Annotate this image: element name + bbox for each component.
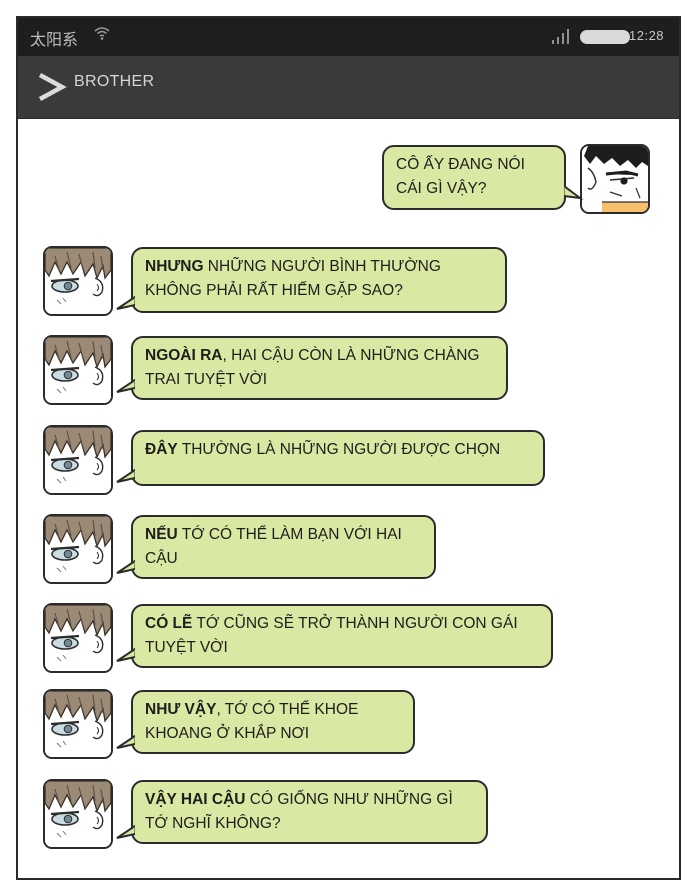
message-bubble[interactable]: NGOÀI RA, HAI CẬU CÒN LÀ NHỮNG CHÀNG TRA… <box>131 336 508 400</box>
avatar-contact[interactable] <box>43 246 113 316</box>
avatar-portrait <box>45 516 111 582</box>
chat-header: BROTHER <box>18 56 679 119</box>
message-text: CÔ ẤY ĐANG NÓI CÁI GÌ VẬY? <box>396 156 525 197</box>
bubble-tail <box>116 734 135 749</box>
bubble-tail <box>564 184 584 200</box>
avatar-contact[interactable] <box>43 689 113 759</box>
bubble-tail <box>116 559 135 574</box>
avatar-contact[interactable] <box>43 335 113 405</box>
avatar-contact[interactable] <box>43 425 113 495</box>
avatar-contact[interactable] <box>43 779 113 849</box>
message-emphasis: NGOÀI RA <box>145 347 223 364</box>
battery-icon <box>580 30 630 44</box>
message-text: TỚ CÓ THỂ LÀM BẠN VỚI HAI CẬU <box>145 526 402 567</box>
bubble-tail <box>116 468 135 483</box>
message-bubble[interactable]: VẬY HAI CẬU CÓ GIỐNG NHƯ NHỮNG GÌ TỚ NGH… <box>131 780 488 844</box>
phone-screen: 太阳系 12:28 BROTHER CÔ ẤY ĐANG NÓI CÁI GÌ … <box>16 16 681 880</box>
message-bubble[interactable]: CÓ LẼ TỚ CŨNG SẼ TRỞ THÀNH NGƯỜI CON GÁI… <box>131 604 553 668</box>
clock: 12:28 <box>629 28 665 43</box>
carrier-name: 太阳系 <box>30 32 79 49</box>
message-emphasis: NHƯ VẬY <box>145 701 217 718</box>
avatar-contact[interactable] <box>43 514 113 584</box>
message-bubble[interactable]: ĐÂY THƯỜNG LÀ NHỮNG NGƯỜI ĐƯỢC CHỌN <box>131 430 545 486</box>
avatar-portrait <box>582 146 648 212</box>
avatar-portrait <box>45 691 111 757</box>
avatar-portrait <box>45 248 111 314</box>
avatar-contact[interactable] <box>43 603 113 673</box>
bubble-tail <box>116 824 135 839</box>
status-bar: 太阳系 12:28 <box>18 18 679 56</box>
message-emphasis: NHƯNG <box>145 258 204 275</box>
bubble-tail <box>116 295 135 310</box>
message-emphasis: CÓ LẼ <box>145 615 193 632</box>
avatar-portrait <box>45 427 111 493</box>
wifi-icon <box>94 25 110 45</box>
message-emphasis: ĐÂY <box>145 441 178 458</box>
message-text: THƯỜNG LÀ NHỮNG NGƯỜI ĐƯỢC CHỌN <box>177 441 501 458</box>
message-text: TỚ CŨNG SẼ TRỞ THÀNH NGƯỜI CON GÁI TUYỆT… <box>145 615 518 656</box>
message-emphasis: VẬY HAI CẬU <box>145 791 246 808</box>
message-bubble[interactable]: CÔ ẤY ĐANG NÓI CÁI GÌ VẬY? <box>382 145 566 210</box>
chevron-right-icon[interactable] <box>36 71 68 103</box>
message-emphasis: NẾU <box>145 526 178 543</box>
bubble-tail <box>116 378 135 393</box>
avatar-portrait <box>45 781 111 847</box>
message-bubble[interactable]: NHƯ VẬY, TỚ CÓ THỂ KHOE KHOANG Ở KHẮP NƠ… <box>131 690 415 754</box>
message-bubble[interactable]: NHƯNG NHỮNG NGƯỜI BÌNH THƯỜNG KHÔNG PHẢI… <box>131 247 507 313</box>
signal-strength-icon <box>552 28 574 44</box>
chat-title: BROTHER <box>74 73 155 90</box>
avatar-portrait <box>45 605 111 671</box>
bubble-tail <box>116 647 135 662</box>
message-bubble[interactable]: NẾU TỚ CÓ THỂ LÀM BẠN VỚI HAI CẬU <box>131 515 436 579</box>
avatar-portrait <box>45 337 111 403</box>
avatar-self[interactable] <box>580 144 650 214</box>
